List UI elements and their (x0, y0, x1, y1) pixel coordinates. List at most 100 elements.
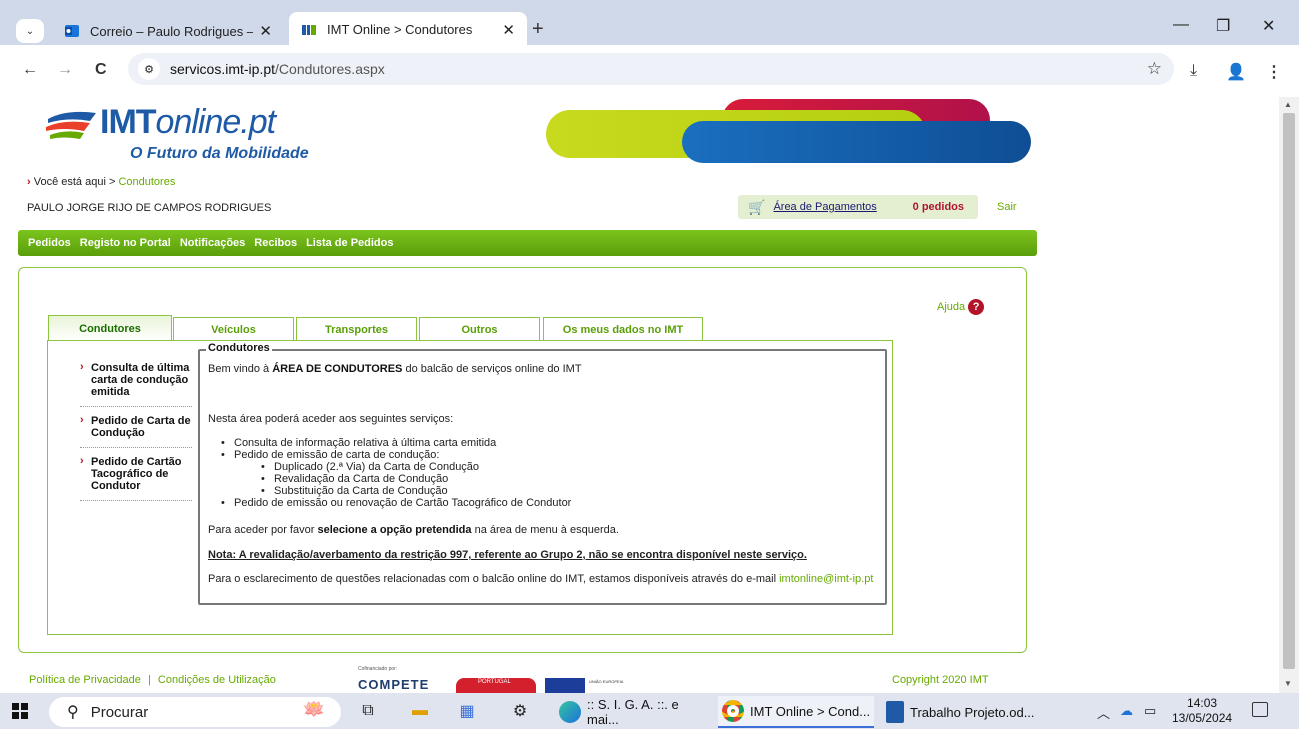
help-question-icon: ? (968, 299, 985, 315)
reload-icon[interactable]: C (95, 61, 107, 79)
side-item-consulta[interactable]: Consulta de última carta de condução emi… (80, 361, 192, 407)
services-intro: Nesta área poderá aceder aos seguintes s… (208, 413, 454, 425)
url-path: /Condutores.aspx (275, 61, 385, 77)
file-explorer-icon[interactable]: ▬ (409, 700, 431, 722)
page-viewport: IMTonline.pt O Futuro da Mobilidade › Vo… (0, 97, 1279, 693)
nav-lista-pedidos[interactable]: Lista de Pedidos (306, 237, 393, 249)
breadcrumb-arrow-icon: › (27, 176, 31, 188)
tab-transportes[interactable]: Transportes (296, 317, 417, 341)
edge-icon (559, 701, 581, 723)
system-clock[interactable]: 14:03 13/05/2024 (1172, 696, 1232, 726)
terms-link[interactable]: Condições de Utilização (158, 674, 276, 686)
search-icon: ⚲ (67, 704, 79, 721)
footer-links: Política de Privacidade | Condições de U… (29, 674, 276, 686)
payments-link[interactable]: Área de Pagamentos (773, 201, 876, 213)
help-link[interactable]: Ajuda ? (937, 299, 985, 315)
nav-pedidos[interactable]: Pedidos (28, 237, 71, 249)
restriction-note: Nota: A revalidação/averbamento da restr… (208, 549, 807, 561)
taskbar-app-writer[interactable]: Trabalho Projeto.od... (882, 696, 1042, 728)
side-item-cartao-tacografico[interactable]: Pedido de Cartão Tacográfico de Condutor (80, 455, 192, 501)
side-item-pedido-carta[interactable]: Pedido de Carta de Condução (80, 414, 192, 448)
fieldset-legend: Condutores (206, 342, 272, 354)
copyright: Copyright 2020 IMT (892, 674, 989, 686)
tab-condutores[interactable]: Condutores (48, 315, 172, 341)
close-window-icon[interactable]: ✕ (1262, 16, 1275, 36)
imt-logo[interactable]: IMTonline.pt O Futuro da Mobilidade (46, 103, 336, 162)
contact-text: Para o esclarecimento de questões relaci… (208, 573, 874, 585)
shopping-cart-icon: 🛒 (748, 198, 766, 215)
scroll-down-icon[interactable]: ▼ (1284, 679, 1292, 688)
notification-icon[interactable] (1252, 702, 1268, 717)
clock-time: 14:03 (1187, 696, 1218, 710)
tab-title: Correio – Paulo Rodrigues – Ou (90, 23, 254, 39)
page-scrollbar[interactable]: ▲ ▼ (1279, 97, 1299, 693)
list-item: Substituição da Carta de Condução (218, 485, 571, 497)
contact-email-link[interactable]: imtonline@imt-ip.pt (779, 573, 873, 585)
address-bar[interactable]: ⚙ servicos.imt-ip.pt/Condutores.aspx ☆ (128, 53, 1174, 85)
address-toolbar: ← → C ⚙ servicos.imt-ip.pt/Condutores.as… (0, 45, 1299, 97)
taskbar-search[interactable]: ⚲ Procurar 🪷 (49, 697, 341, 727)
calculator-icon[interactable]: ▦ (456, 700, 478, 722)
minimize-icon[interactable]: — (1173, 16, 1189, 34)
nav-recibos[interactable]: Recibos (254, 237, 297, 249)
taskbar-app-chrome[interactable]: IMT Online > Cond... (718, 696, 874, 728)
logo-wordmark: IMTonline.pt (100, 103, 276, 141)
restore-icon[interactable]: ❐ (1216, 16, 1230, 36)
tab-outros[interactable]: Outros (419, 317, 540, 341)
windows-taskbar: ⚲ Procurar 🪷 ⧉ ▬ ▦ ⚙ :: S. I. G. A. ::. … (0, 693, 1299, 729)
tray-overflow-icon[interactable]: ︿ (1097, 703, 1110, 722)
nav-notificacoes[interactable]: Notificações (180, 237, 245, 249)
welcome-text: Bem vindo à ÁREA DE CONDUTORES do balcão… (208, 363, 582, 375)
nav-registo-portal[interactable]: Registo no Portal (80, 237, 171, 249)
banner-blue-shape (682, 121, 1031, 163)
compete-logo: COMPETE (358, 677, 430, 692)
browser-tab-imt[interactable]: IMT Online > Condutores ✕ (289, 12, 527, 47)
logout-link[interactable]: Sair (997, 201, 1017, 213)
main-nav: Pedidos Registo no Portal Notificações R… (18, 230, 1037, 256)
task-view-icon[interactable]: ⧉ (357, 700, 379, 722)
tab-veiculos[interactable]: Veículos (173, 317, 294, 341)
imt-favicon-icon (302, 24, 316, 35)
list-item: Consulta de informação relativa à última… (218, 437, 571, 449)
browser-menu-icon[interactable]: ⋮ (1266, 62, 1282, 82)
list-item: Pedido de emissão de carta de condução: (218, 449, 571, 461)
privacy-link[interactable]: Política de Privacidade (29, 674, 141, 686)
eu-flag-icon (545, 678, 585, 693)
forward-icon[interactable]: → (57, 61, 73, 79)
bookmark-star-icon[interactable]: ☆ (1147, 59, 1162, 79)
close-tab-icon[interactable]: ✕ (502, 21, 515, 39)
tab-meus-dados[interactable]: Os meus dados no IMT (543, 317, 703, 341)
profile-icon[interactable]: 👤 (1226, 62, 1246, 82)
breadcrumb-current[interactable]: Condutores (118, 176, 175, 188)
close-tab-icon[interactable]: ✕ (259, 22, 272, 40)
site-info-icon[interactable]: ⚙ (138, 58, 160, 80)
new-tab-icon[interactable]: + (532, 18, 544, 41)
portugal-2020-logo: PORTUGAL (456, 678, 536, 693)
network-icon[interactable]: ▭ (1144, 703, 1156, 719)
browser-tab-mail[interactable]: Correio – Paulo Rodrigues – Ou ✕ (52, 15, 284, 47)
cofinanced-label: Cofinanciado por: (358, 666, 398, 672)
search-placeholder: Procurar (90, 703, 149, 721)
clock-date: 13/05/2024 (1172, 711, 1233, 725)
onedrive-cloud-icon[interactable]: ☁ (1120, 703, 1133, 719)
tab-search-button[interactable]: ⌄ (16, 19, 44, 43)
orders-count[interactable]: 0 pedidos (913, 201, 964, 213)
list-item: Revalidação da Carta de Condução (218, 473, 571, 485)
scroll-up-icon[interactable]: ▲ (1284, 100, 1292, 109)
chrome-icon (722, 700, 744, 722)
windows-start-icon[interactable] (12, 703, 28, 719)
logo-tagline: O Futuro da Mobilidade (130, 145, 309, 162)
settings-gear-icon[interactable]: ⚙ (509, 700, 531, 722)
search-highlight-icon: 🪷 (302, 699, 325, 719)
taskbar-app-edge[interactable]: :: S. I. G. A. ::. e mai... (555, 696, 705, 728)
imt-logo-mark-icon (46, 111, 96, 139)
scroll-thumb[interactable] (1283, 113, 1295, 669)
document-icon (886, 701, 904, 723)
outlook-icon (65, 25, 79, 37)
url-host: servicos.imt-ip.pt (170, 61, 276, 77)
page-footer: Política de Privacidade | Condições de U… (0, 664, 1279, 693)
breadcrumb: › Você está aqui > Condutores (27, 176, 176, 188)
back-icon[interactable]: ← (22, 61, 38, 79)
chevron-down-icon: ⌄ (25, 25, 35, 37)
download-icon[interactable]: ⤓ (1190, 62, 1197, 80)
